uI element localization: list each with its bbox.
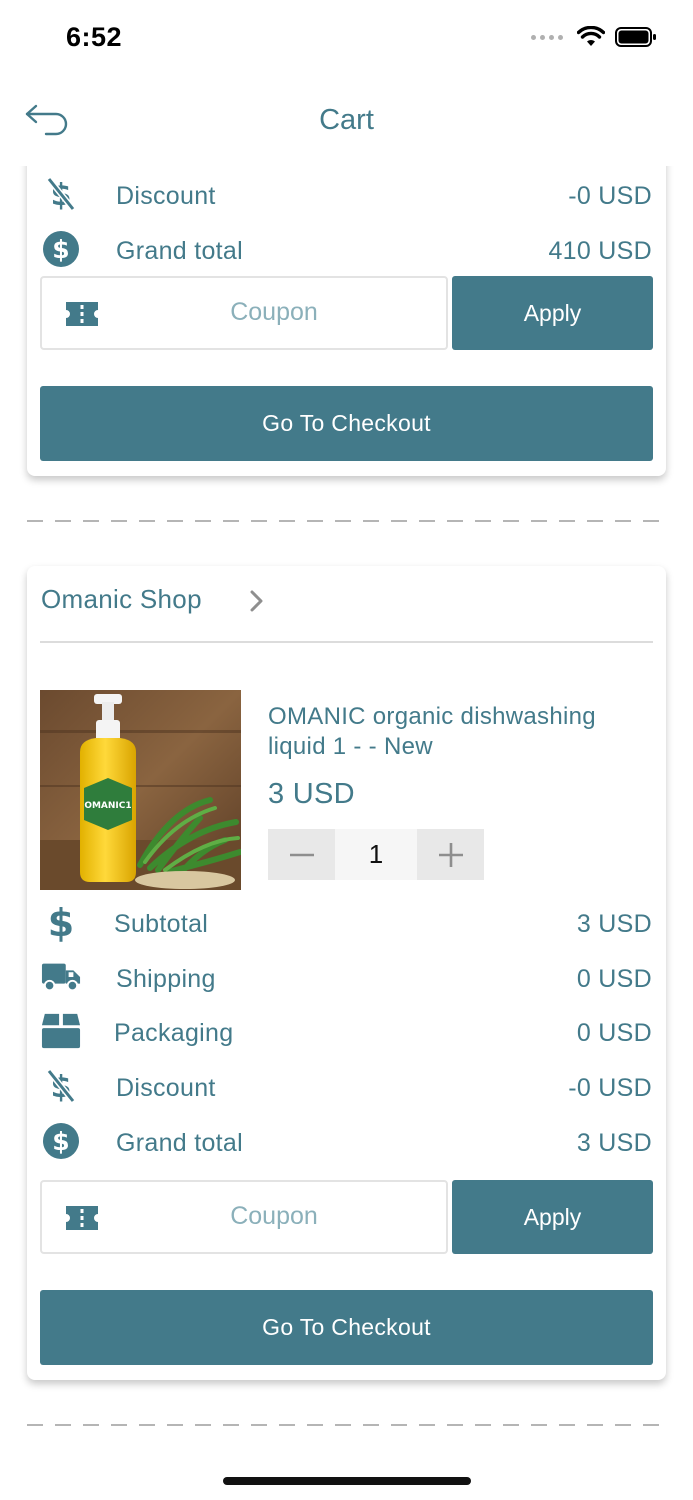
shop-cart-card: Omanic Shop OMANIC1 OMANIC organic dishw… xyxy=(27,566,666,1380)
shop-cart-card: $ Discount -0 USD $ Grand total 410 USD … xyxy=(27,166,666,476)
status-icons xyxy=(531,26,657,48)
summary-row-subtotal: $ Subtotal 3 USD xyxy=(27,898,666,948)
summary-row-grand-total: $ Grand total 410 USD xyxy=(27,225,666,275)
discount-icon: $ xyxy=(41,174,81,214)
summary-value: 0 USD xyxy=(576,1019,652,1047)
divider xyxy=(40,641,653,643)
box-icon xyxy=(41,1011,81,1051)
dashed-divider xyxy=(27,1424,666,1426)
summary-label: Subtotal xyxy=(114,910,209,938)
coupon-placeholder: Coupon xyxy=(230,1202,318,1230)
coupon-placeholder: Coupon xyxy=(230,298,318,326)
summary-row-grand-total: $ Grand total 3 USD xyxy=(27,1117,666,1167)
dollar-icon: $ xyxy=(41,902,81,942)
dollar-circle-icon: $ xyxy=(41,229,81,269)
summary-value: 3 USD xyxy=(576,910,652,938)
ticket-icon xyxy=(66,302,98,326)
quantity-value[interactable]: 1 xyxy=(335,829,417,880)
summary-label: Grand total xyxy=(116,1129,243,1157)
signal-icon xyxy=(531,34,563,40)
status-time: 6:52 xyxy=(66,22,123,52)
minus-icon xyxy=(289,853,314,856)
svg-text:$: $ xyxy=(52,235,69,264)
product-image[interactable]: OMANIC1 xyxy=(40,690,241,890)
summary-value: -0 USD xyxy=(568,182,652,210)
svg-text:$: $ xyxy=(48,902,74,942)
summary-value: 3 USD xyxy=(576,1129,652,1157)
coupon-input[interactable]: Coupon xyxy=(40,276,448,350)
checkout-button[interactable]: Go To Checkout xyxy=(40,386,653,461)
summary-value: 410 USD xyxy=(548,237,652,265)
truck-icon xyxy=(41,957,81,997)
summary-row-shipping: Shipping 0 USD xyxy=(27,953,666,1003)
increase-quantity-button[interactable] xyxy=(417,829,484,880)
quantity-stepper: 1 xyxy=(268,829,484,880)
apply-coupon-button[interactable]: Apply xyxy=(452,1180,653,1254)
shop-name[interactable]: Omanic Shop xyxy=(41,584,202,615)
apply-coupon-button[interactable]: Apply xyxy=(452,276,653,350)
summary-label: Shipping xyxy=(116,965,216,993)
home-indicator xyxy=(223,1477,471,1485)
checkout-button[interactable]: Go To Checkout xyxy=(40,1290,653,1365)
dollar-circle-icon: $ xyxy=(41,1121,81,1161)
wifi-icon xyxy=(577,26,605,46)
discount-icon: $ xyxy=(41,1066,81,1106)
summary-label: Packaging xyxy=(114,1019,234,1047)
summary-row-discount: $ Discount -0 USD xyxy=(27,170,666,220)
dashed-divider xyxy=(27,520,666,522)
chevron-right-icon[interactable] xyxy=(247,588,267,614)
summary-label: Grand total xyxy=(116,237,243,265)
summary-row-packaging: Packaging 0 USD xyxy=(27,1007,666,1057)
ticket-icon xyxy=(66,1206,98,1230)
product-title[interactable]: OMANIC organic dishwashing liquid 1 - - … xyxy=(268,702,648,762)
svg-text:$: $ xyxy=(52,1127,69,1156)
coupon-input[interactable]: Coupon xyxy=(40,1180,448,1254)
summary-label: Discount xyxy=(116,182,216,210)
summary-row-discount: $ Discount -0 USD xyxy=(27,1062,666,1112)
plus-icon xyxy=(438,842,463,867)
product-price: 3 USD xyxy=(268,778,355,810)
cart-content[interactable]: $ Discount -0 USD $ Grand total 410 USD … xyxy=(0,166,693,1466)
nav-bar: Cart xyxy=(0,76,693,166)
battery-icon xyxy=(615,27,656,47)
summary-value: 0 USD xyxy=(576,965,652,993)
svg-text:OMANIC1: OMANIC1 xyxy=(84,801,131,811)
status-bar: 6:52 xyxy=(0,0,693,76)
summary-value: -0 USD xyxy=(568,1074,652,1102)
decrease-quantity-button[interactable] xyxy=(268,829,335,880)
page-title: Cart xyxy=(319,104,374,136)
summary-label: Discount xyxy=(116,1074,216,1102)
